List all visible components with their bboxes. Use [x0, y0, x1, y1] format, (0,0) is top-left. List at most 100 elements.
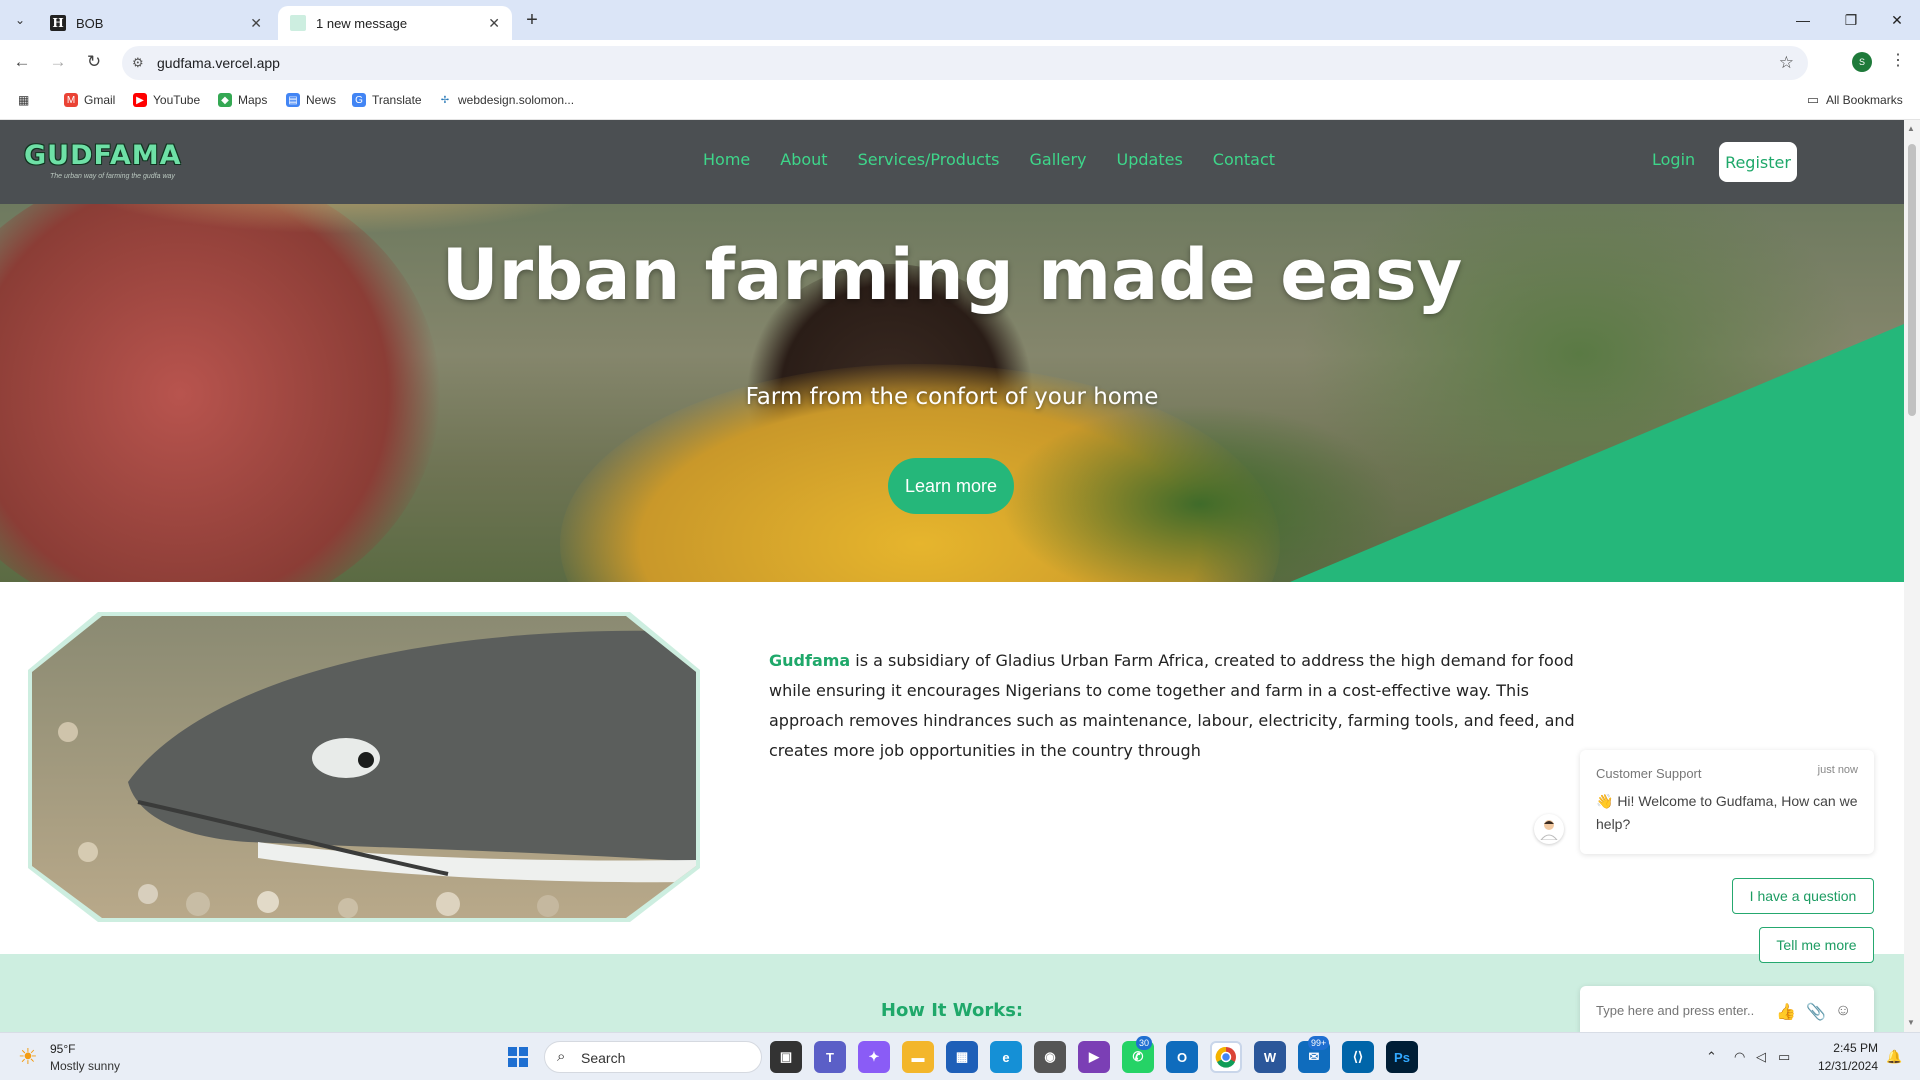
tab-gudfama[interactable]: 1 new message ✕ — [278, 6, 512, 40]
close-window-icon[interactable]: ✕ — [1874, 0, 1920, 40]
learn-more-button[interactable]: Learn more — [888, 458, 1014, 514]
chat-welcome-message: 👋 Hi! Welcome to Gudfama, How can we hel… — [1596, 793, 1858, 832]
tell-me-more-button[interactable]: Tell me more — [1759, 927, 1874, 963]
all-bookmarks[interactable]: ▭ All Bookmarks — [1806, 92, 1903, 107]
bookmark-news[interactable]: ▤ News — [286, 93, 336, 107]
browser-tab-bar: ⌄ H BOB ✕ 1 new message ✕ + — ❐ ✕ — [0, 0, 1920, 40]
bookmark-label: YouTube — [153, 93, 201, 107]
paperclip-icon[interactable]: 📎 — [1806, 1002, 1826, 1022]
bob-favicon-icon: H — [50, 15, 66, 31]
register-button[interactable]: Register — [1719, 142, 1797, 182]
tab-bob[interactable]: H BOB ✕ — [38, 6, 274, 40]
thumbs-up-icon[interactable]: 👍 — [1776, 1002, 1796, 1022]
photoshop-icon[interactable]: Ps — [1386, 1041, 1418, 1073]
battery-icon[interactable]: ▭ — [1778, 1049, 1790, 1065]
chrome-icon[interactable] — [1210, 1041, 1242, 1073]
microsoft-store-icon[interactable]: ▦ — [946, 1041, 978, 1073]
site-settings-icon[interactable]: ⚙ — [132, 55, 144, 71]
tab-title: BOB — [76, 15, 104, 31]
nav-about[interactable]: About — [780, 150, 827, 169]
clock-date[interactable]: 12/31/2024 — [1812, 1059, 1878, 1073]
catfish-image — [28, 612, 700, 922]
bookmark-webdesign[interactable]: ✢ webdesign.solomon... — [438, 93, 574, 107]
volume-icon[interactable]: ◁ — [1756, 1049, 1766, 1065]
weather-description[interactable]: Mostly sunny — [50, 1059, 120, 1073]
copilot-icon[interactable]: ✦ — [858, 1041, 890, 1073]
webdesign-icon: ✢ — [440, 94, 450, 106]
nav-services-products[interactable]: Services/Products — [858, 150, 1000, 169]
page-viewport: GUDFAMA The urban way of farming the gud… — [0, 120, 1904, 1032]
tab-title: 1 new message — [316, 15, 408, 31]
word-icon[interactable]: W — [1254, 1041, 1286, 1073]
restore-icon[interactable]: ❐ — [1828, 0, 1874, 40]
taskbar-search-label: Search — [581, 1050, 626, 1066]
address-bar[interactable]: ⚙ gudfama.vercel.app ☆ — [122, 46, 1808, 80]
windows-start-icon[interactable] — [502, 1041, 534, 1073]
bookmark-label: Gmail — [84, 93, 116, 107]
clipchamp-icon[interactable]: ▶ — [1078, 1041, 1110, 1073]
close-tab-icon[interactable]: ✕ — [488, 15, 500, 32]
tab-search-chevron-icon[interactable]: ⌄ — [8, 8, 32, 32]
file-explorer-icon[interactable]: ▬ — [902, 1041, 934, 1073]
scroll-down-icon[interactable]: ▼ — [1907, 1018, 1915, 1027]
scroll-up-icon[interactable]: ▲ — [1907, 124, 1915, 133]
clock-time[interactable]: 2:45 PM — [1832, 1041, 1878, 1055]
chat-timestamp: just now — [1817, 764, 1858, 776]
chat-sender: Customer Support — [1596, 766, 1702, 781]
hero-subtitle: Farm from the confort of your home — [745, 384, 1159, 410]
browser-toolbar: ← → ↻ ⚙ gudfama.vercel.app ☆ S ⋮ — [0, 40, 1920, 84]
outlook-icon[interactable]: O — [1166, 1041, 1198, 1073]
bookmark-maps[interactable]: ◆ Maps — [218, 93, 267, 107]
back-arrow-icon[interactable]: ← — [8, 48, 36, 76]
show-hidden-icons-chevron-icon[interactable]: ⌃ — [1706, 1049, 1717, 1065]
notification-bell-icon[interactable]: 🔔 — [1886, 1049, 1902, 1065]
gudfama-logo[interactable]: GUDFAMA The urban way of farming the gud… — [24, 140, 182, 180]
chat-message-input[interactable] — [1594, 1002, 1774, 1019]
emoji-icon[interactable]: ☺ — [1835, 1002, 1851, 1020]
page-scrollbar[interactable]: ▲ ▼ — [1904, 120, 1920, 1032]
task-view-icon[interactable]: ▣ — [770, 1041, 802, 1073]
about-paragraph: Gudfama is a subsidiary of Gladius Urban… — [769, 646, 1579, 766]
wifi-icon[interactable]: ◠ — [1734, 1049, 1745, 1065]
edge-icon[interactable]: e — [990, 1041, 1022, 1073]
vscode-icon[interactable]: ⟨⟩ — [1342, 1041, 1374, 1073]
support-agent-avatar — [1534, 814, 1564, 844]
i-have-a-question-button[interactable]: I have a question — [1732, 878, 1874, 914]
chat-input-box: 👍 📎 ☺ — [1580, 986, 1874, 1032]
url-text[interactable]: gudfama.vercel.app — [157, 55, 280, 71]
scroll-thumb[interactable] — [1908, 144, 1916, 416]
youtube-icon: ▶ — [133, 93, 147, 107]
mail-badge: 99+ — [1308, 1036, 1330, 1050]
nav-gallery[interactable]: Gallery — [1030, 150, 1087, 169]
windows-taskbar: ☀ 95°F Mostly sunny ⌕ Search ▣ T ✦ ▬ ▦ e… — [0, 1032, 1920, 1080]
main-nav: Home About Services/Products Gallery Upd… — [703, 150, 1275, 169]
weather-temperature[interactable]: 95°F — [50, 1042, 75, 1056]
browser-menu-icon[interactable]: ⋮ — [1890, 50, 1906, 70]
news-icon: ▤ — [286, 93, 300, 107]
nav-home[interactable]: Home — [703, 150, 750, 169]
folder-icon: ▭ — [1806, 92, 1820, 107]
chat-message-card: Customer Support just now 👋 Hi! Welcome … — [1580, 750, 1874, 854]
bookmark-gmail[interactable]: M Gmail — [64, 93, 115, 107]
profile-avatar[interactable]: S — [1852, 52, 1872, 72]
reload-icon[interactable]: ↻ — [80, 48, 108, 76]
minimize-icon[interactable]: — — [1780, 0, 1826, 40]
nav-contact[interactable]: Contact — [1213, 150, 1275, 169]
apps-grid-icon[interactable]: ▦ — [18, 93, 29, 107]
weather-sun-icon[interactable]: ☀ — [18, 1044, 38, 1070]
bookmarks-bar: ▦ M Gmail ▶ YouTube ◆ Maps ▤ News G Translate… — [0, 84, 1920, 120]
nav-updates[interactable]: Updates — [1117, 150, 1183, 169]
taskbar-search[interactable]: ⌕ Search — [544, 1041, 762, 1073]
teams-icon[interactable]: T — [814, 1041, 846, 1073]
whatsapp-badge: 30 — [1136, 1036, 1153, 1050]
new-tab-icon[interactable]: + — [520, 8, 544, 32]
agent-person-icon — [1540, 820, 1558, 840]
camera-icon[interactable]: ◉ — [1034, 1041, 1066, 1073]
bookmark-translate[interactable]: G Translate — [352, 93, 422, 107]
gmail-icon: M — [64, 93, 78, 107]
bookmark-youtube[interactable]: ▶ YouTube — [133, 93, 200, 107]
login-link[interactable]: Login — [1652, 150, 1695, 169]
bookmark-star-icon[interactable]: ☆ — [1779, 53, 1794, 73]
forward-arrow-icon[interactable]: → — [44, 48, 72, 76]
close-tab-icon[interactable]: ✕ — [250, 15, 262, 32]
